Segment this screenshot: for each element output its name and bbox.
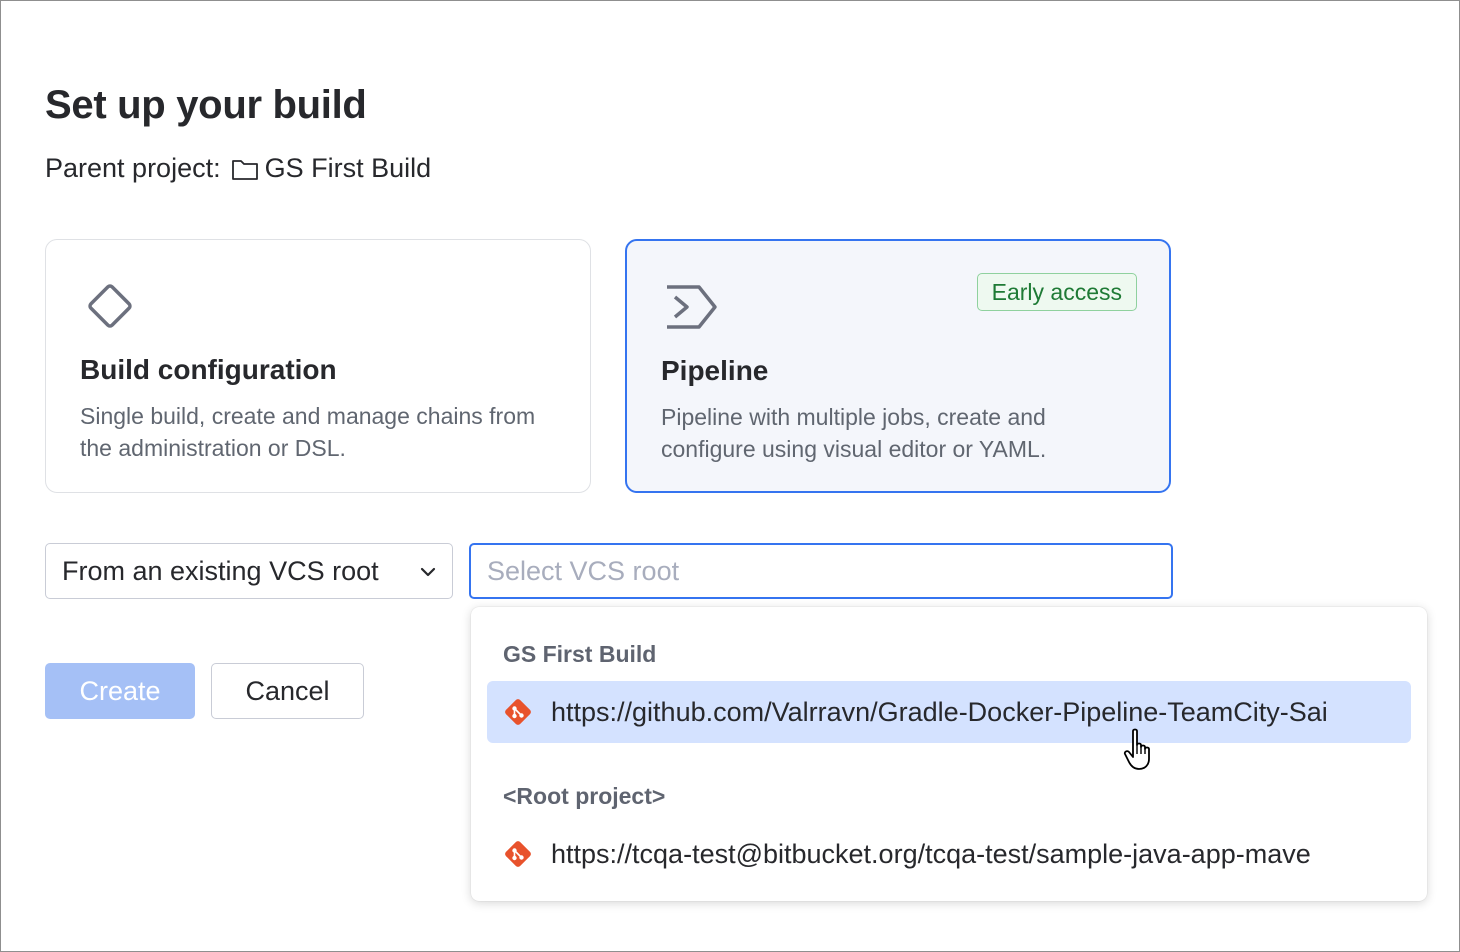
card-title: Pipeline bbox=[661, 355, 769, 386]
pipeline-card[interactable]: Early access Pipeline Pipeline with mult… bbox=[625, 239, 1171, 493]
diamond-icon bbox=[88, 284, 132, 328]
dialog: Set up your build Parent project: GS Fir… bbox=[0, 0, 1460, 952]
parent-project: Parent project: GS First Build bbox=[45, 153, 431, 184]
source-type-select[interactable]: From an existing VCS root bbox=[45, 543, 453, 599]
card-title: Build configuration bbox=[80, 354, 337, 385]
folder-icon bbox=[231, 159, 258, 180]
source-type-value: From an existing VCS root bbox=[62, 555, 379, 586]
vcs-root-option[interactable]: https://tcqa-test@bitbucket.org/tcqa-tes… bbox=[487, 823, 1411, 885]
card-description: Single build, create and manage chains f… bbox=[80, 403, 536, 461]
early-access-badge: Early access bbox=[976, 273, 1137, 311]
build-configuration-card[interactable]: Build configuration Single build, create… bbox=[45, 239, 591, 493]
vcs-root-input[interactable] bbox=[469, 543, 1173, 599]
git-icon bbox=[505, 699, 531, 725]
pipeline-icon bbox=[667, 285, 717, 329]
chevron-down-icon bbox=[420, 567, 436, 577]
parent-project-name: GS First Build bbox=[264, 153, 432, 183]
parent-project-label: Parent project: bbox=[45, 153, 221, 183]
cancel-button[interactable]: Cancel bbox=[211, 663, 364, 719]
group-header: <Root project> bbox=[503, 783, 666, 809]
group-header: GS First Build bbox=[503, 641, 657, 667]
vcs-root-url: https://github.com/Valrravn/Gradle-Docke… bbox=[551, 696, 1328, 727]
card-description: Pipeline with multiple jobs, create and … bbox=[661, 404, 1047, 462]
page-title: Set up your build bbox=[45, 83, 367, 127]
create-button[interactable]: Create bbox=[45, 663, 195, 719]
vcs-root-option[interactable]: https://github.com/Valrravn/Gradle-Docke… bbox=[487, 681, 1411, 743]
vcs-root-dropdown: GS First Build https://github.com/Valrra… bbox=[471, 607, 1427, 901]
git-icon bbox=[505, 841, 531, 867]
vcs-root-url: https://tcqa-test@bitbucket.org/tcqa-tes… bbox=[551, 838, 1311, 869]
